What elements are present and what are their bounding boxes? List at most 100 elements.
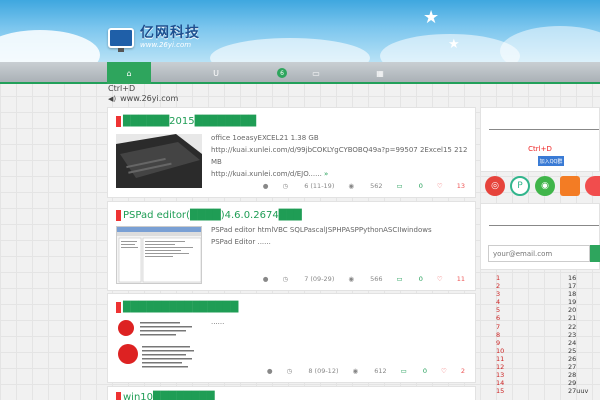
comments-count: 0	[418, 275, 423, 283]
calendar-day-link[interactable]: 1	[488, 274, 568, 282]
post-card: ███████████████ ...... ● ◷ 8 (09-12) ◉ 6…	[107, 293, 476, 383]
email-input[interactable]	[488, 245, 590, 262]
divider	[489, 225, 599, 226]
post-comments[interactable]: ▭ 0	[397, 275, 423, 283]
calendar-day-link[interactable]: 12	[488, 363, 568, 371]
calendar-day[interactable]: 29	[568, 379, 600, 387]
nav-item-chat[interactable]: ▭	[294, 62, 338, 84]
nav-item-calendar[interactable]: ▦	[358, 62, 402, 84]
post-title-link[interactable]: ███████████████	[123, 302, 238, 313]
speaker-icon: ◀)	[108, 95, 117, 103]
calendar-day-link[interactable]: 5	[488, 306, 568, 314]
site-logo[interactable]: 亿网科技 www.26yi.com	[108, 26, 200, 52]
calendar-day-link[interactable]: 10	[488, 347, 568, 355]
calendar-day-link[interactable]: 6	[488, 314, 568, 322]
calendar-day-link[interactable]: 3	[488, 290, 568, 298]
post-date: ◷ 8 (09-12)	[286, 367, 339, 375]
post-title[interactable]: PSPad editor(████)4.6.0.2674███	[116, 210, 302, 221]
orange-square-icon[interactable]	[560, 176, 580, 196]
subscribe-button[interactable]	[590, 245, 600, 262]
post-title-link[interactable]: ██████2015████████	[123, 116, 256, 127]
excerpt-line: office 1oeasyEXCEL21 1.38 GB	[211, 134, 319, 142]
nav-item-u[interactable]: U	[194, 62, 238, 84]
calendar-day[interactable]: 16	[568, 274, 600, 282]
calendar-day-link[interactable]: 2	[488, 282, 568, 290]
post-card: ██████2015████████ office 1oeasyEXCEL21 …	[107, 107, 476, 198]
notice-line: Ctrl+D	[108, 84, 136, 93]
post-date: ◷ 7 (09-29)	[282, 275, 335, 283]
post-title[interactable]: ██████2015████████	[116, 116, 256, 127]
laptop-image	[116, 134, 202, 188]
calendar-icon: ▦	[376, 68, 384, 78]
calendar-day-link[interactable]: 8	[488, 331, 568, 339]
post-meta: ● ◷ 8 (09-12) ◉ 612 ▭ 0 ♡ 2	[253, 367, 465, 375]
read-more-link[interactable]: »	[324, 170, 328, 178]
post-views: ◉ 612	[352, 367, 387, 375]
join-qq-group-button[interactable]: 加入QQ群	[538, 156, 564, 166]
wechat-icon[interactable]: ◉	[535, 176, 555, 196]
red-icon[interactable]	[585, 176, 600, 196]
excerpt-line: http://kuai.xunlei.com/d/EJO......	[211, 170, 322, 178]
post-thumbnail[interactable]	[116, 134, 202, 188]
post-title-link[interactable]: win10████████	[123, 392, 215, 400]
main-nav: ⌂ U 6 ▭ ▦	[0, 62, 600, 84]
calendar-day[interactable]: 27uuv	[568, 387, 600, 395]
calendar-row: 3 18	[488, 290, 600, 298]
calendar-day-link[interactable]: 7	[488, 323, 568, 331]
calendar-day[interactable]: 27	[568, 363, 600, 371]
calendar-row: 6 21	[488, 314, 600, 322]
calendar-day[interactable]: 22	[568, 323, 600, 331]
date-text: 6 (11-19)	[304, 182, 335, 190]
calendar-row: 15 27uuv	[488, 387, 600, 395]
bookmark-hint: Ctrl+D	[528, 145, 552, 153]
post-thumbnail[interactable]	[116, 226, 202, 284]
title-marker	[116, 302, 121, 313]
calendar-day[interactable]: 24	[568, 339, 600, 347]
post-likes[interactable]: ♡ 13	[437, 182, 465, 190]
calendar-day-link[interactable]: 9	[488, 339, 568, 347]
archive-calendar: 1 16 2 17 3 18 4 19 5 20 6 21 7 22 8 23 9 24 10 25 11 26 12 27 1…	[488, 274, 600, 395]
calendar-row: 7 22	[488, 323, 600, 331]
calendar-day-link[interactable]: 14	[488, 379, 568, 387]
monitor-icon	[108, 28, 134, 52]
calendar-day-link[interactable]: 15	[488, 387, 568, 395]
post-comments[interactable]: ▭ 0	[397, 182, 423, 190]
calendar-day[interactable]: 19	[568, 298, 600, 306]
author-icon: ●	[266, 367, 273, 375]
post-thumbnail[interactable]	[116, 318, 202, 378]
post-likes[interactable]: ♡ 11	[437, 275, 465, 283]
post-meta: ● ◷ 7 (09-29) ◉ 566 ▭ 0 ♡ 11	[249, 275, 465, 283]
p-icon[interactable]: P	[510, 176, 530, 196]
calendar-day-link[interactable]: 4	[488, 298, 568, 306]
post-title[interactable]: ███████████████	[116, 302, 238, 313]
calendar-day[interactable]: 18	[568, 290, 600, 298]
post-likes[interactable]: ♡ 2	[441, 367, 465, 375]
calendar-day[interactable]: 20	[568, 306, 600, 314]
calendar-day[interactable]: 23	[568, 331, 600, 339]
calendar-row: 9 24	[488, 339, 600, 347]
calendar-day[interactable]: 28	[568, 371, 600, 379]
calendar-row: 8 23	[488, 331, 600, 339]
star-icon: ★	[423, 7, 440, 28]
post-title-link[interactable]: PSPad editor(████)4.6.0.2674███	[123, 210, 302, 221]
calendar-row: 13 28	[488, 371, 600, 379]
calendar-day[interactable]: 25	[568, 347, 600, 355]
excerpt-line: PSPad editor htmlVBC SQLPascalJSPHPASPPy…	[211, 226, 432, 234]
nav-home[interactable]: ⌂	[107, 62, 151, 84]
calendar-day[interactable]: 26	[568, 355, 600, 363]
post-comments[interactable]: ▭ 0	[401, 367, 427, 375]
calendar-day[interactable]: 21	[568, 314, 600, 322]
weibo-icon[interactable]: ◎	[485, 176, 505, 196]
site-header: ★ ★ 亿网科技 www.26yi.com	[0, 0, 600, 62]
promo-image	[116, 318, 202, 378]
likes-count: 11	[456, 275, 465, 283]
date-text: 7 (09-29)	[304, 275, 335, 283]
cloud-decoration	[0, 30, 100, 62]
post-views: ◉ 566	[348, 275, 383, 283]
calendar-day-link[interactable]: 11	[488, 355, 568, 363]
post-meta: ● ◷ 6 (11-19) ◉ 562 ▭ 0 ♡ 13	[249, 182, 465, 190]
calendar-day[interactable]: 17	[568, 282, 600, 290]
post-title[interactable]: win10████████	[116, 392, 215, 400]
badge-icon: 6	[277, 68, 287, 78]
calendar-day-link[interactable]: 13	[488, 371, 568, 379]
